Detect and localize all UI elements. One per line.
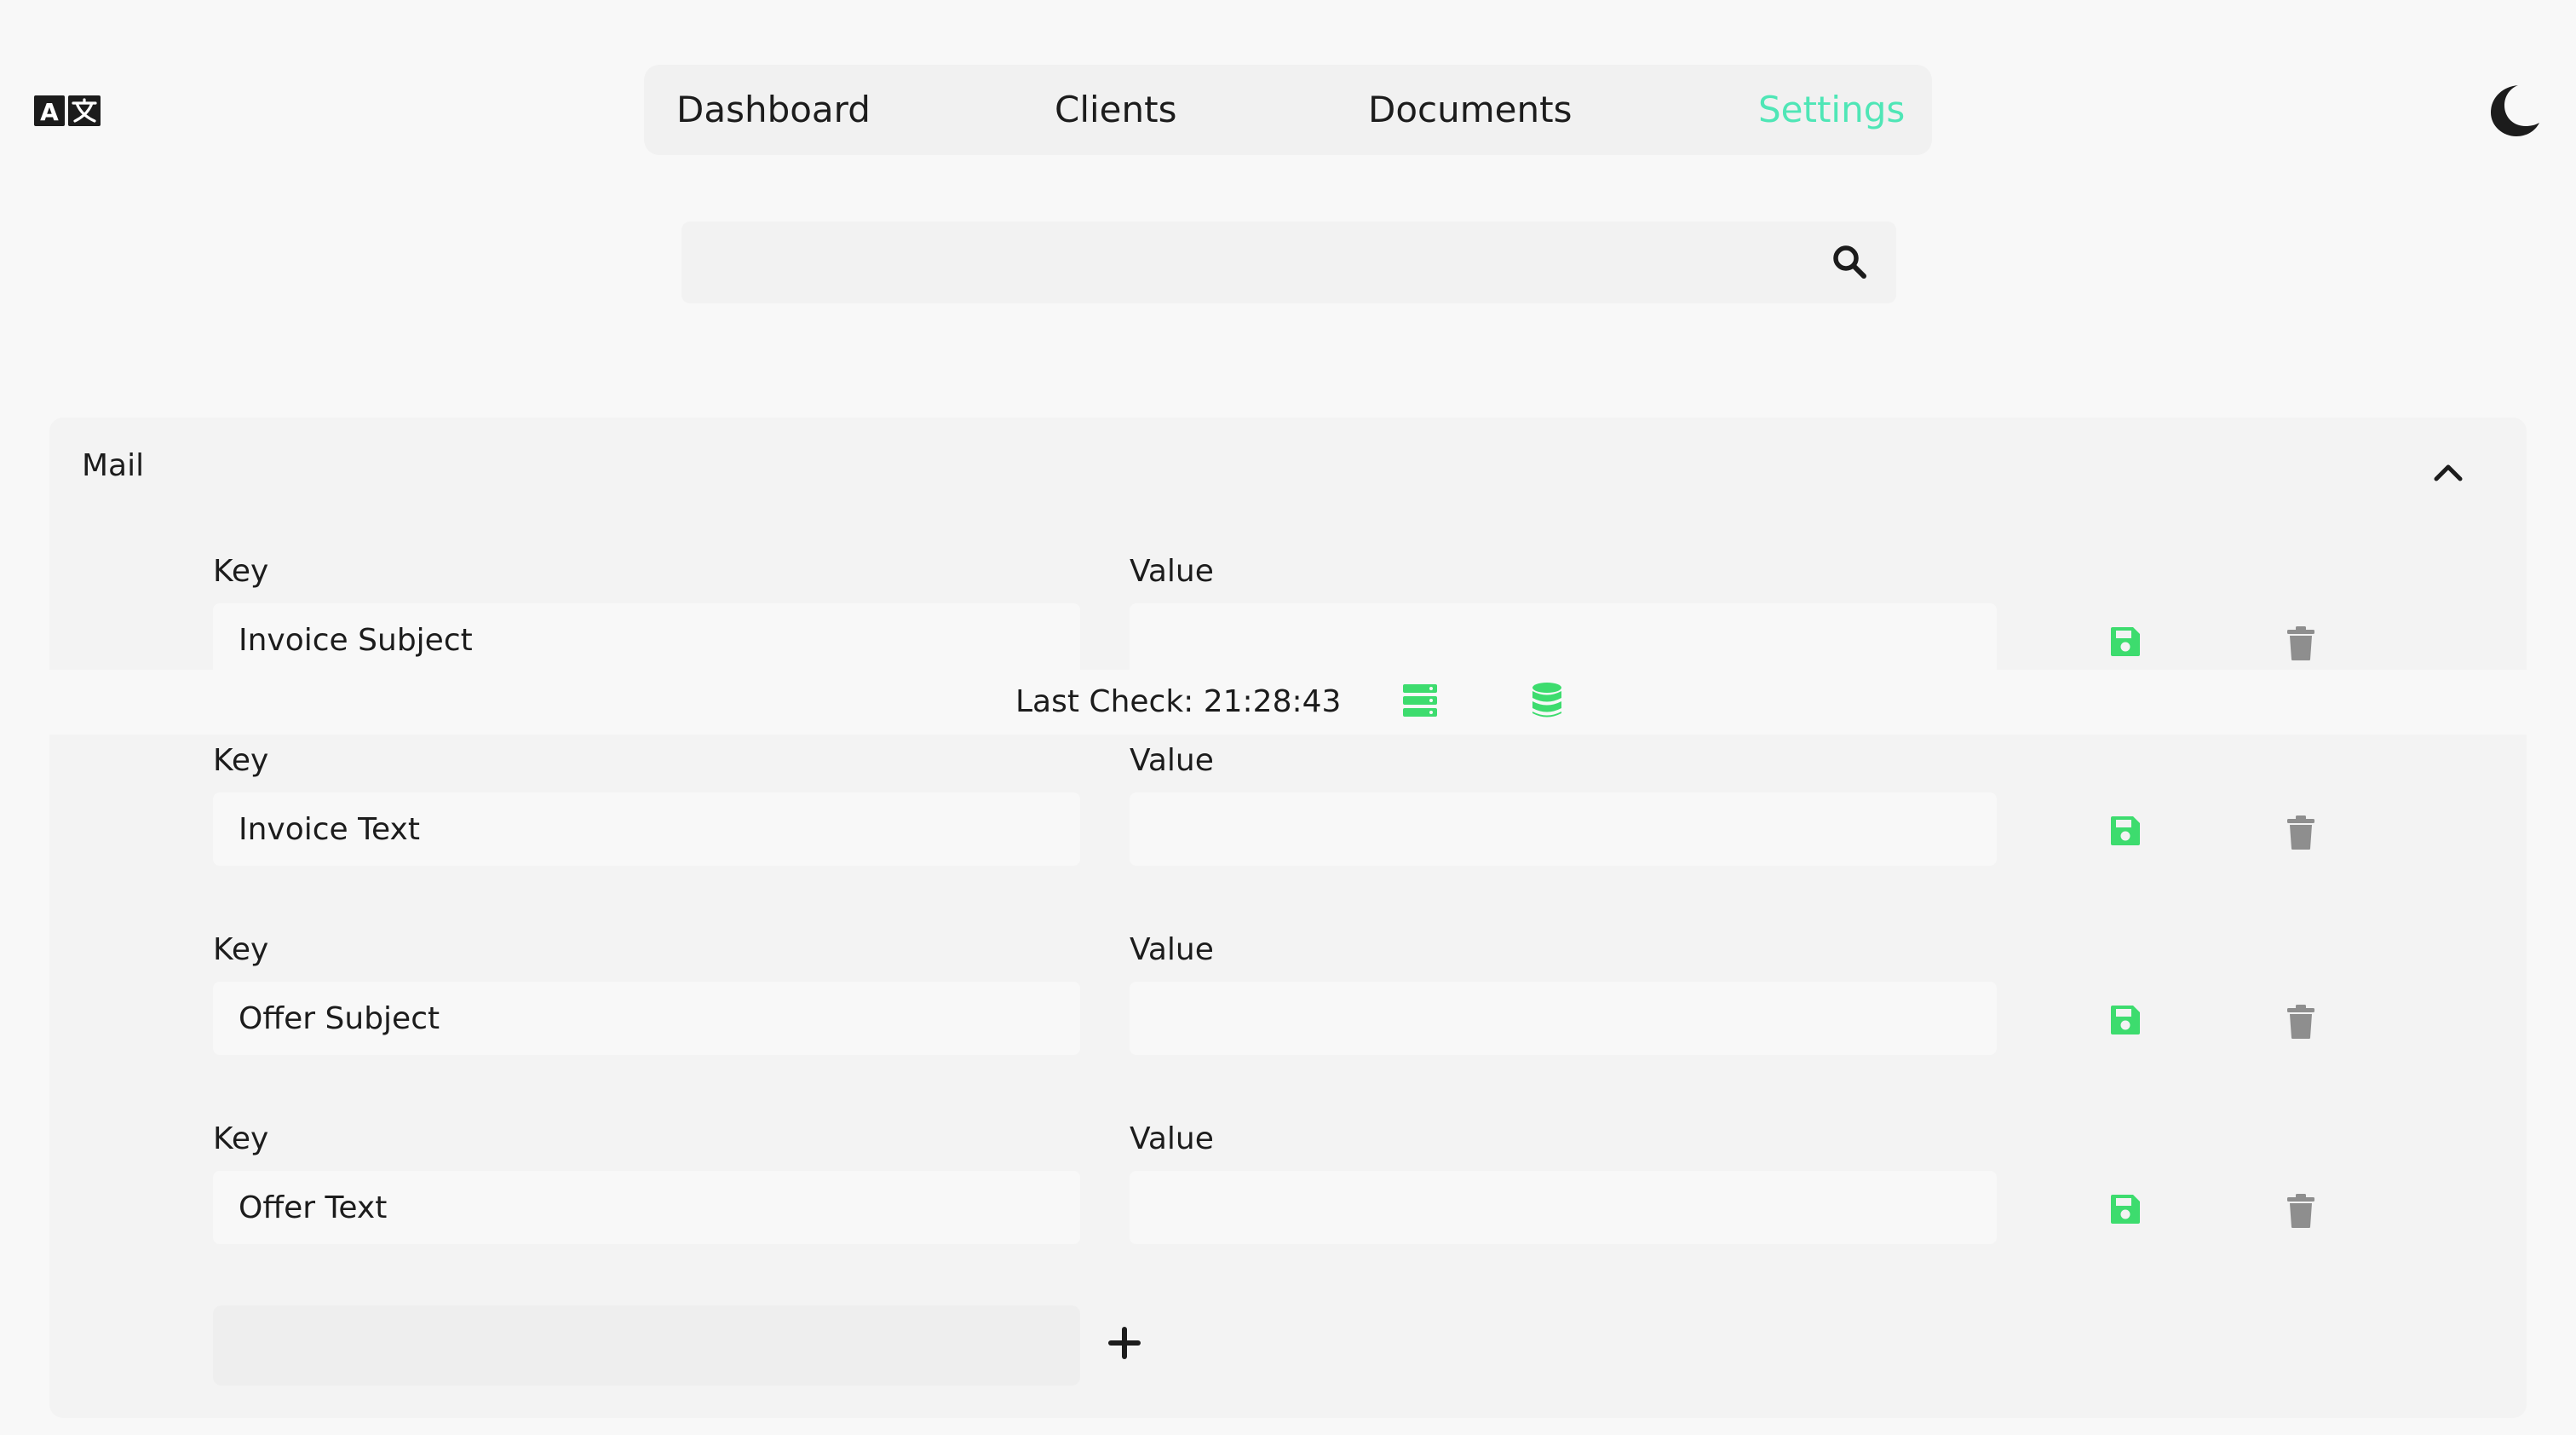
trash-icon[interactable]: [2286, 1004, 2315, 1040]
settings-row: Key Value: [49, 743, 2527, 932]
key-field[interactable]: [213, 982, 1080, 1055]
value-label: Value: [1130, 554, 1214, 589]
nav-documents[interactable]: Documents: [1368, 65, 1572, 155]
trash-icon[interactable]: [2286, 1193, 2315, 1229]
save-icon[interactable]: [2109, 1004, 2142, 1036]
key-field[interactable]: [213, 1171, 1080, 1244]
add-row-button[interactable]: [213, 1305, 1080, 1386]
search-icon[interactable]: [1831, 244, 1867, 280]
value-field[interactable]: [1130, 1171, 1997, 1244]
main-nav: Dashboard Clients Documents Settings: [644, 65, 1932, 155]
trash-icon[interactable]: [2286, 625, 2315, 661]
value-field[interactable]: [1130, 603, 1997, 677]
save-icon[interactable]: [2109, 815, 2142, 847]
value-field[interactable]: [1130, 982, 1997, 1055]
key-label: Key: [213, 554, 269, 589]
value-field[interactable]: [1130, 792, 1997, 866]
settings-row: Key Value: [49, 932, 2527, 1121]
save-icon[interactable]: [2109, 1193, 2142, 1225]
last-check-text: Last Check: 21:28:43: [1015, 684, 1342, 719]
value-label: Value: [1130, 1121, 1214, 1156]
section-title: Mail: [82, 448, 145, 483]
settings-row: Key Value: [49, 1121, 2527, 1311]
value-label: Value: [1130, 932, 1214, 967]
moon-icon[interactable]: [2489, 84, 2540, 138]
trash-icon[interactable]: [2286, 815, 2315, 850]
key-label: Key: [213, 1121, 269, 1156]
save-icon[interactable]: [2109, 625, 2142, 658]
status-bar: Last Check: 21:28:43: [49, 670, 2527, 735]
plus-icon[interactable]: [1106, 1324, 1143, 1362]
settings-section-mail: Mail Key Value Key Value: [49, 418, 2527, 1418]
database-icon: [1532, 683, 1561, 718]
value-label: Value: [1130, 743, 1214, 778]
server-icon: [1403, 684, 1437, 717]
key-field[interactable]: [213, 603, 1080, 677]
chevron-up-icon[interactable]: [2431, 455, 2465, 489]
nav-dashboard[interactable]: Dashboard: [676, 65, 871, 155]
key-label: Key: [213, 743, 269, 778]
key-label: Key: [213, 932, 269, 967]
search-bar: [681, 222, 1896, 303]
nav-clients[interactable]: Clients: [1055, 65, 1176, 155]
nav-settings[interactable]: Settings: [1758, 65, 1905, 155]
translate-icon[interactable]: A: [34, 95, 101, 126]
svg-text:A: A: [40, 98, 59, 126]
key-field[interactable]: [213, 792, 1080, 866]
search-input[interactable]: [681, 222, 1789, 303]
